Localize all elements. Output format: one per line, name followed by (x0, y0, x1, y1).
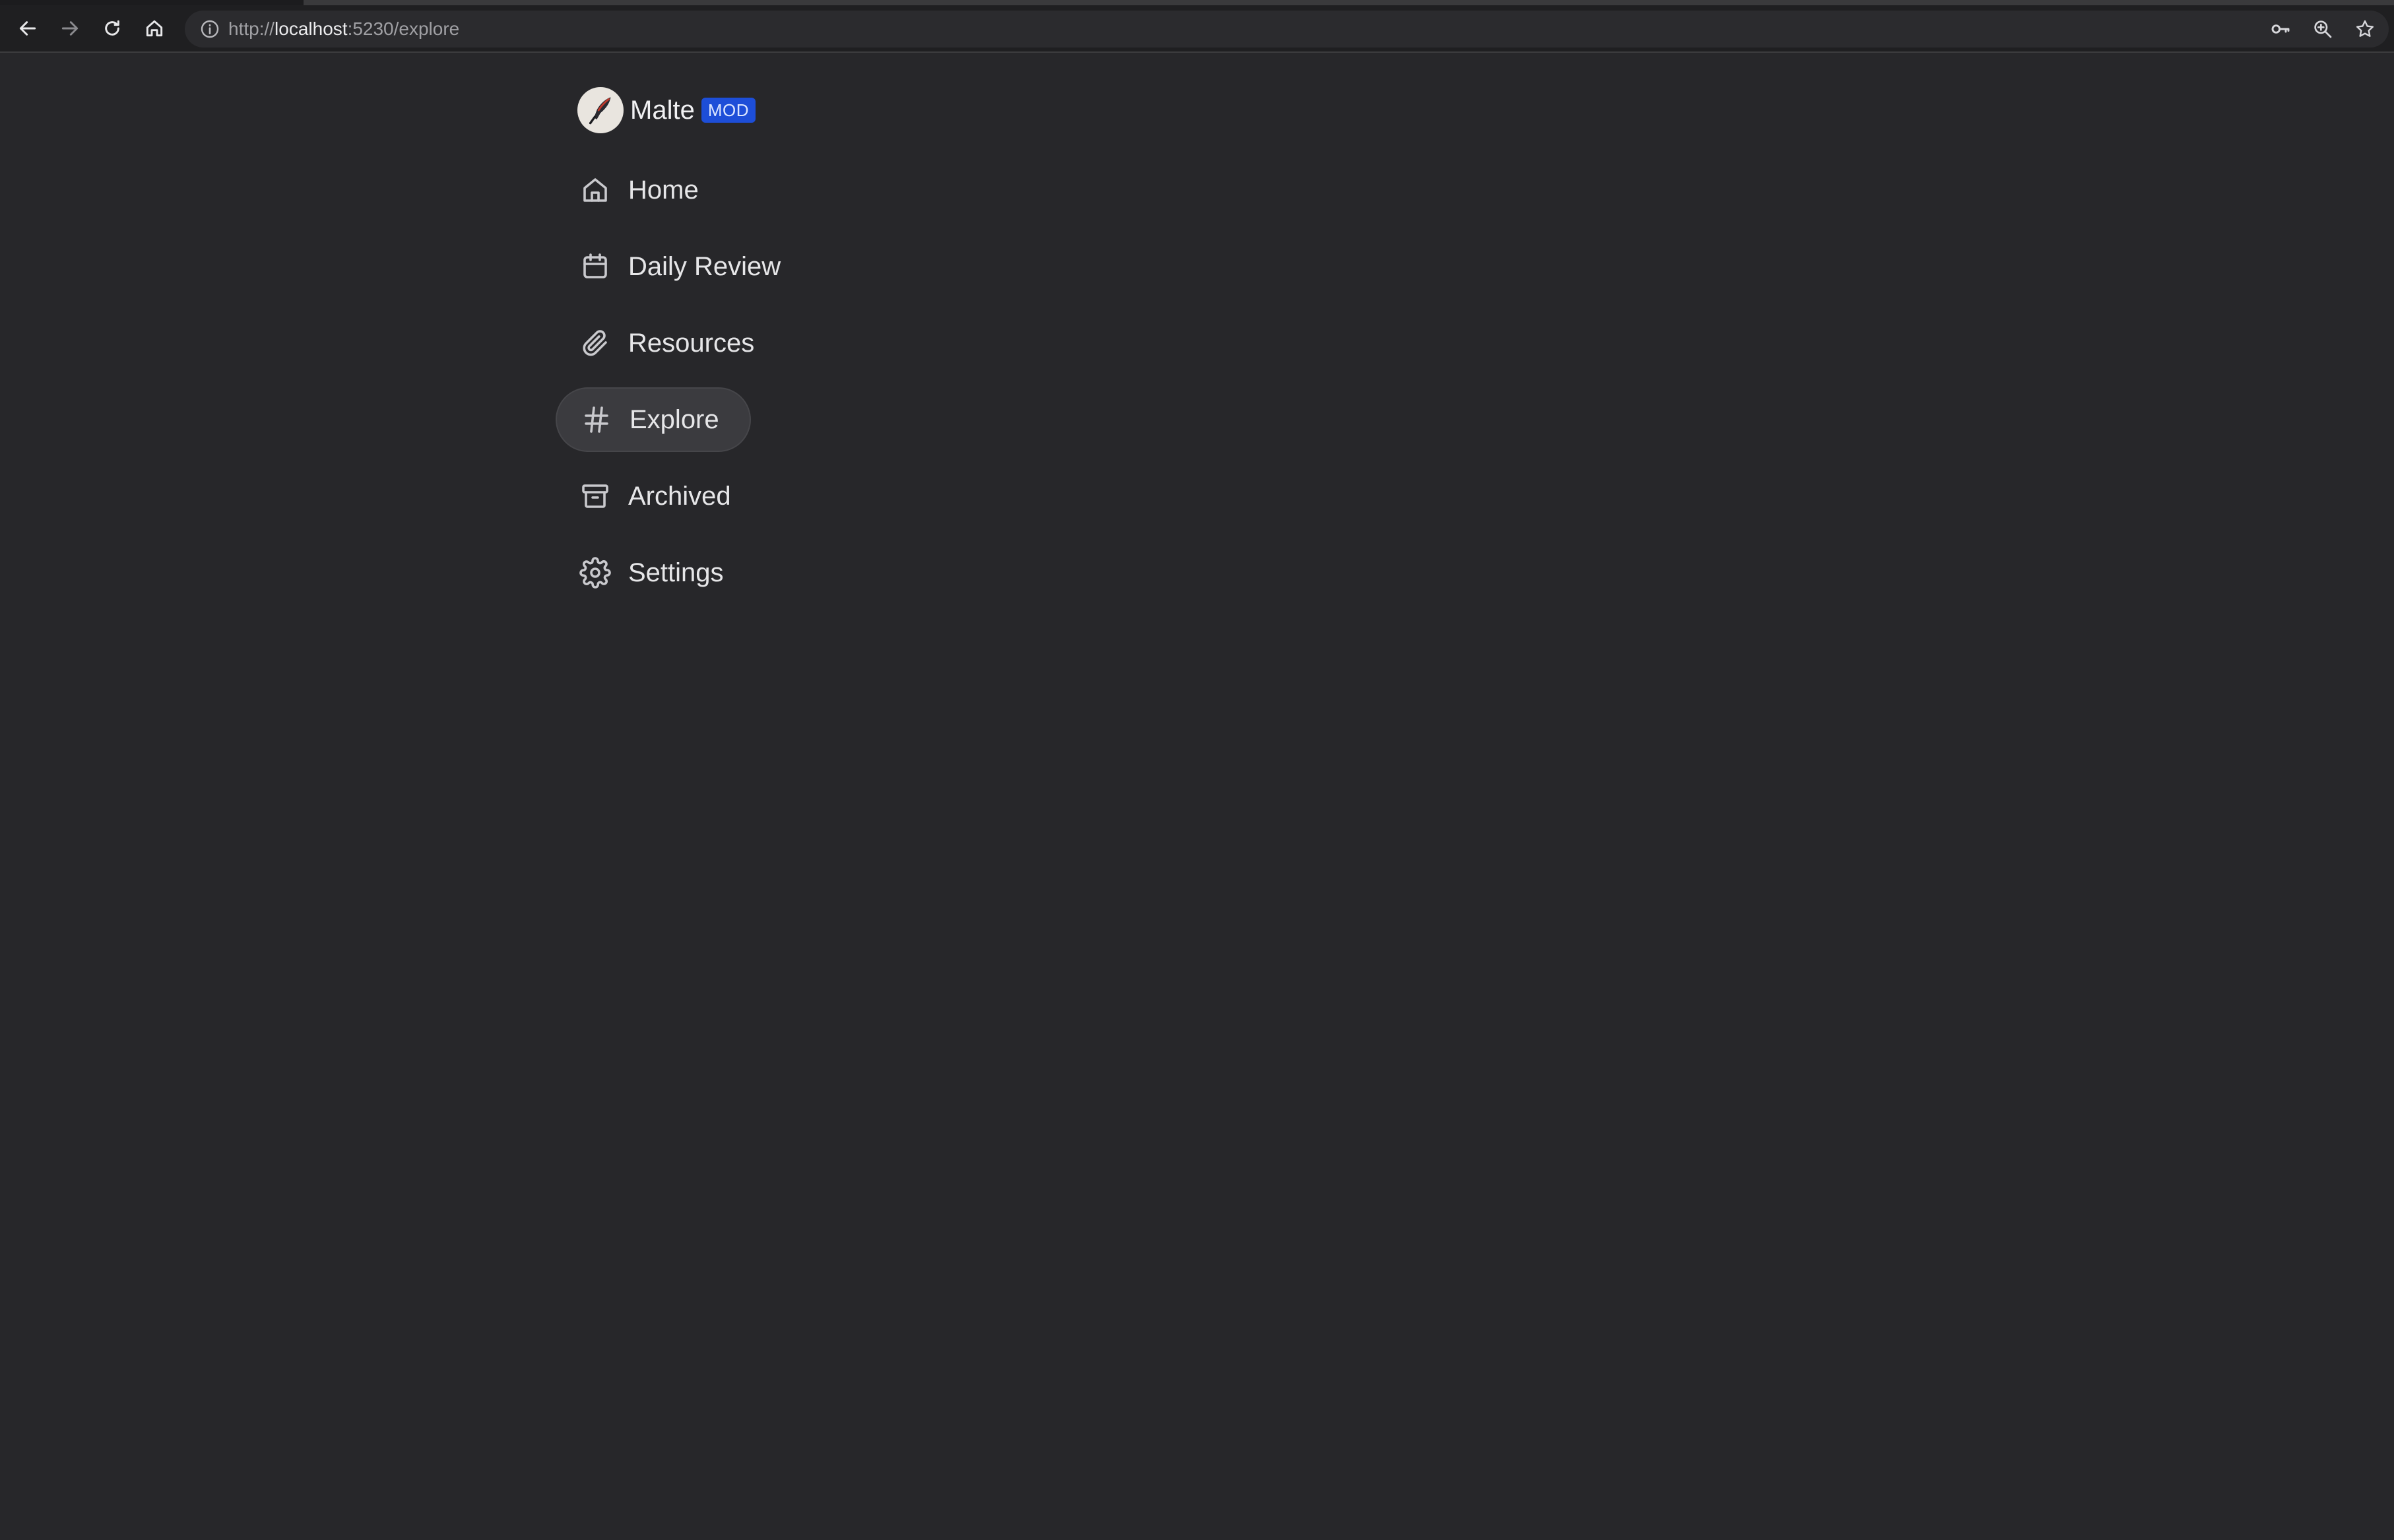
bookmark-button[interactable] (2353, 17, 2377, 41)
sidebar-item-archived[interactable]: Archived (556, 464, 761, 529)
user-profile[interactable]: Malte MOD (577, 87, 756, 133)
sidebar-item-home[interactable]: Home (556, 158, 729, 222)
app-window: http://localhost:5230/explore Malte MOD (0, 0, 2394, 1540)
address-bar[interactable]: http://localhost:5230/explore (185, 11, 2389, 48)
key-icon (2271, 24, 2290, 34)
sidebar-item-label: Archived (628, 482, 731, 511)
sidebar-item-settings[interactable]: Settings (556, 540, 754, 605)
archive-icon (582, 484, 608, 508)
sidebar-item-label: Settings (628, 558, 724, 587)
url-host: localhost (275, 18, 348, 39)
avatar (577, 87, 624, 133)
tab-strip (0, 0, 2394, 5)
reload-icon (105, 20, 119, 36)
sidebar-item-resources[interactable]: Resources (556, 311, 785, 375)
url-scheme: http:// (228, 18, 275, 39)
home-button[interactable] (133, 5, 176, 51)
paperclip-icon (583, 330, 607, 356)
back-button[interactable] (7, 5, 49, 51)
sidebar-item-explore[interactable]: Explore (556, 387, 751, 452)
sidebar-item-label: Explore (630, 405, 719, 434)
info-icon[interactable] (199, 18, 220, 40)
url-text[interactable]: http://localhost:5230/explore (228, 18, 459, 40)
role-badge: MOD (701, 98, 756, 123)
zoom-icon (2314, 20, 2332, 38)
forward-button[interactable] (49, 5, 91, 51)
active-tab-edge (304, 0, 2394, 5)
sidebar-item-label: Daily Review (628, 252, 781, 281)
sidebar-item-label: Resources (628, 329, 755, 358)
password-key-button[interactable] (2269, 17, 2292, 41)
browser-toolbar: http://localhost:5230/explore (0, 5, 2394, 53)
arrow-left-icon (19, 21, 36, 36)
gear-icon (579, 557, 611, 589)
zoom-button[interactable] (2311, 17, 2335, 41)
home-icon (583, 178, 607, 202)
url-path: :5230/explore (347, 18, 460, 39)
quill-avatar-icon (589, 97, 611, 125)
arrow-right-icon (61, 21, 79, 36)
home-icon (146, 20, 163, 37)
star-icon (2356, 20, 2374, 37)
sidebar-item-label: Home (628, 176, 699, 205)
sidebar-item-daily-review[interactable]: Daily Review (556, 234, 811, 299)
reload-button[interactable] (91, 5, 133, 51)
calendar-icon (583, 253, 607, 278)
profile-name: Malte (630, 96, 695, 125)
hash-icon (585, 406, 608, 433)
